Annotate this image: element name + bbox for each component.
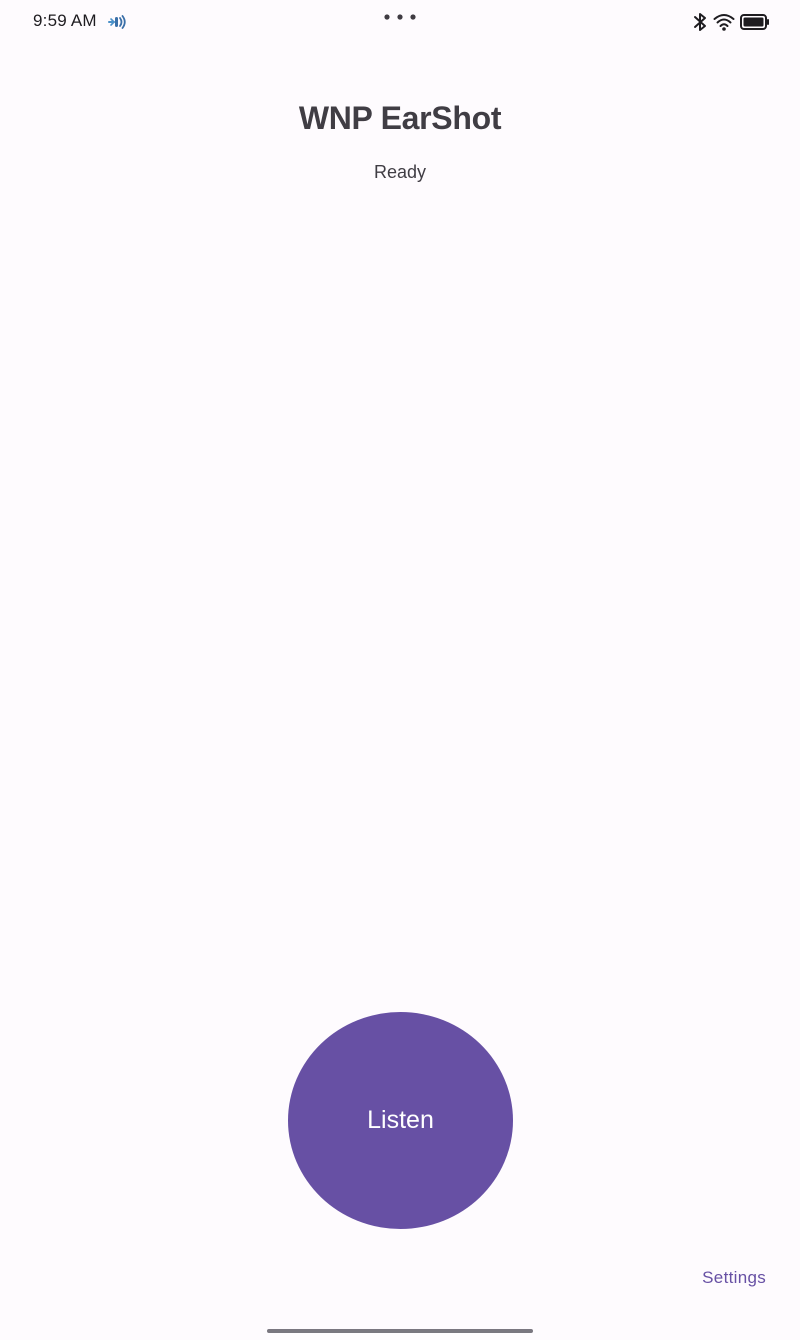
wifi-icon [713,14,735,31]
more-dots-icon[interactable] [383,13,417,21]
bluetooth-icon [694,13,706,31]
status-time: 9:59 AM [33,11,97,30]
home-indicator[interactable] [267,1329,533,1333]
status-bar: 9:59 AM [0,0,800,44]
hearing-icon [108,15,126,29]
listen-button[interactable]: Listen [288,1012,513,1229]
page-title: WNP EarShot [298,100,502,136]
settings-button[interactable]: Settings [702,1268,766,1288]
battery-icon [740,14,769,30]
status-text: Ready [373,162,427,182]
